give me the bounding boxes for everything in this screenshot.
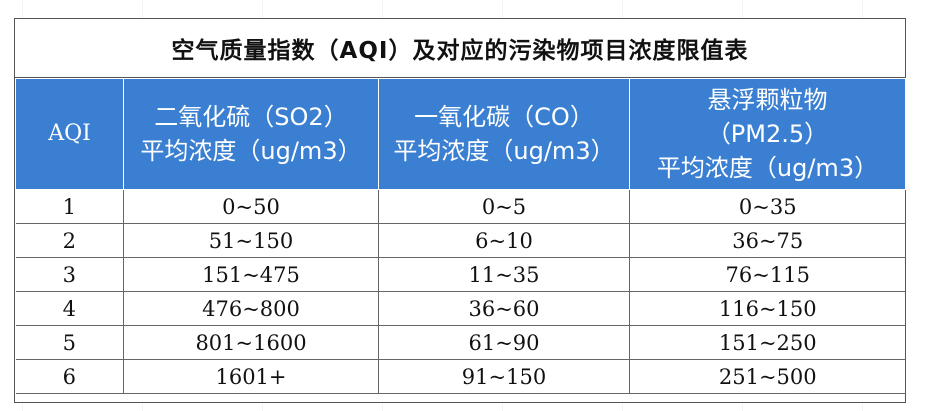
aqi-limits-table: AQI 二氧化硫（SO2） 平均浓度（ug/m3） 一氧化碳（CO） 平均浓度（… — [15, 78, 906, 394]
cell-so2: 1601+ — [123, 359, 379, 394]
cell-pm25: 76~115 — [629, 257, 906, 292]
cell-aqi: 3 — [15, 257, 124, 292]
cell-pm25: 36~75 — [629, 223, 906, 258]
cell-aqi: 5 — [15, 325, 124, 360]
table-row: 5 801~1600 61~90 151~250 — [15, 325, 906, 360]
header-co: 一氧化碳（CO） 平均浓度（ug/m3） — [378, 78, 630, 190]
header-pm25-line-1: 悬浮颗粒物 — [707, 86, 828, 114]
cell-aqi: 2 — [15, 223, 124, 258]
table-title: 空气质量指数（AQI）及对应的污染物项目浓度限值表 — [15, 19, 905, 78]
cell-so2: 476~800 — [123, 291, 379, 326]
cell-co: 91~150 — [378, 359, 630, 394]
table-row: 2 51~150 6~10 36~75 — [15, 223, 906, 258]
cell-co: 6~10 — [378, 223, 630, 258]
table-row: 6 1601+ 91~150 251~500 — [15, 359, 906, 394]
cell-so2: 151~475 — [123, 257, 379, 292]
cell-co: 11~35 — [378, 257, 630, 292]
aqi-table-container: 空气质量指数（AQI）及对应的污染物项目浓度限值表 AQI 二氧化硫（SO2） … — [14, 18, 906, 403]
cell-so2: 801~1600 — [123, 325, 379, 360]
table-row: 3 151~475 11~35 76~115 — [15, 257, 906, 292]
cell-pm25: 151~250 — [629, 325, 906, 360]
cell-aqi: 1 — [15, 189, 124, 224]
header-so2-line-2: 平均浓度（ug/m3） — [140, 137, 362, 165]
table-row: 4 476~800 36~60 116~150 — [15, 291, 906, 326]
cell-aqi: 6 — [15, 359, 124, 394]
header-pm25-line-3: 平均浓度（ug/m3） — [656, 154, 879, 182]
header-so2: 二氧化硫（SO2） 平均浓度（ug/m3） — [123, 78, 379, 190]
table-row: 1 0~50 0~5 0~35 — [15, 189, 906, 224]
header-co-line-2: 平均浓度（ug/m3） — [393, 137, 615, 165]
cell-aqi: 4 — [15, 291, 124, 326]
cell-pm25: 251~500 — [629, 359, 906, 394]
cell-so2: 51~150 — [123, 223, 379, 258]
header-co-line-1: 一氧化碳（CO） — [414, 103, 594, 131]
header-pm25-line-2: （PM2.5） — [706, 120, 829, 148]
cell-so2: 0~50 — [123, 189, 379, 224]
cell-co: 36~60 — [378, 291, 630, 326]
cell-pm25: 0~35 — [629, 189, 906, 224]
header-row: AQI 二氧化硫（SO2） 平均浓度（ug/m3） 一氧化碳（CO） 平均浓度（… — [15, 78, 906, 190]
header-aqi: AQI — [15, 78, 124, 190]
cell-co: 61~90 — [378, 325, 630, 360]
header-pm25: 悬浮颗粒物 （PM2.5） 平均浓度（ug/m3） — [629, 78, 906, 190]
cell-co: 0~5 — [378, 189, 630, 224]
cell-pm25: 116~150 — [629, 291, 906, 326]
header-so2-line-1: 二氧化硫（SO2） — [154, 103, 348, 131]
